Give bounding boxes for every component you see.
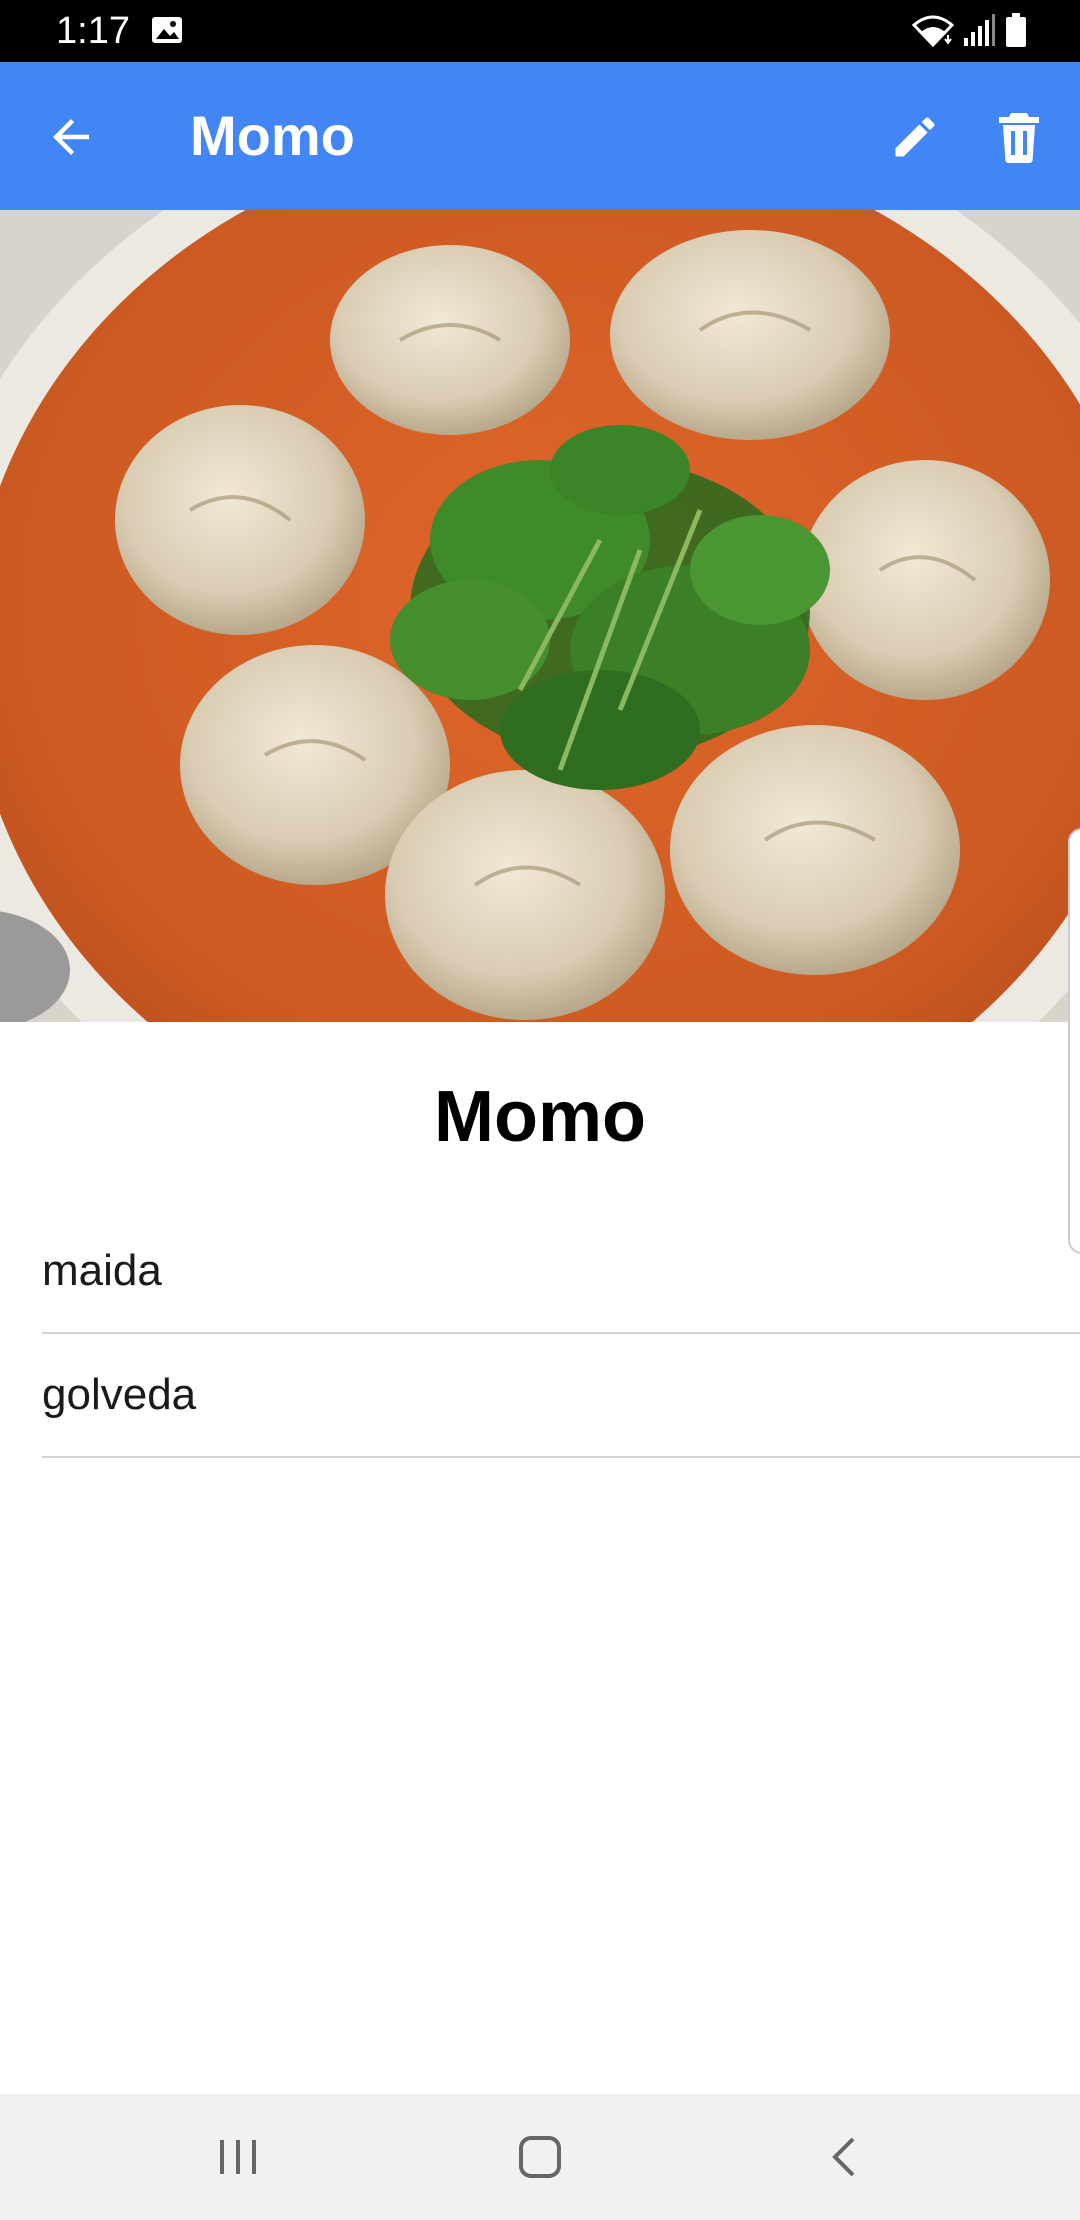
momo-dumplings-photo — [0, 210, 1080, 1022]
ingredient-item: maida — [42, 1210, 1080, 1334]
navigation-bar — [0, 2094, 1080, 2220]
recipe-title: Momo — [434, 1077, 646, 1157]
back-button[interactable] — [36, 102, 106, 172]
arrow-back-icon — [53, 119, 89, 155]
status-time: 1:17 — [56, 10, 130, 52]
edit-icon — [895, 117, 935, 157]
home-button[interactable] — [502, 2124, 578, 2190]
delete-button[interactable] — [984, 102, 1054, 172]
home-icon — [519, 2136, 561, 2178]
signal-icon — [964, 14, 995, 46]
ingredient-list: maida golveda — [42, 1210, 1080, 1458]
battery-icon — [1006, 13, 1026, 47]
edit-button[interactable] — [880, 102, 950, 172]
back-icon — [832, 2137, 855, 2177]
status-bar: 1:17 — [0, 0, 1080, 62]
recents-button[interactable] — [200, 2124, 276, 2190]
gallery-icon — [152, 17, 182, 43]
recents-icon — [220, 2140, 256, 2174]
delete-icon — [999, 113, 1039, 163]
app-bar: Momo — [0, 62, 1080, 210]
wifi-icon — [912, 15, 954, 48]
app-bar-title: Momo — [190, 104, 355, 167]
status-icons — [912, 12, 1028, 50]
system-back-button[interactable] — [806, 2124, 882, 2190]
ingredient-item: golveda — [42, 1334, 1080, 1458]
recipe-detail-screen: 1:17 Momo Momo maida golveda — [0, 0, 1080, 2220]
edge-panel-handle[interactable] — [1068, 828, 1080, 1254]
recipe-photo — [0, 210, 1080, 1022]
